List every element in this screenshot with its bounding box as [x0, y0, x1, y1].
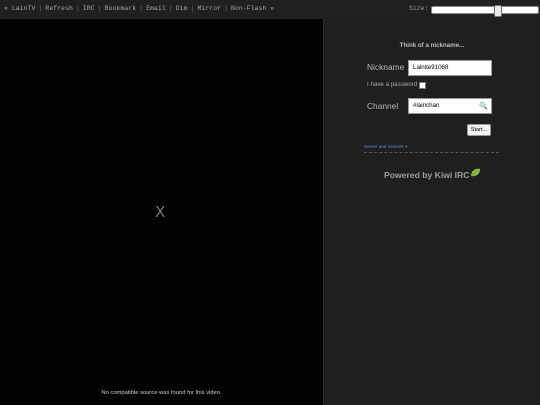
nav-bookmark-link[interactable]: Bookmark: [105, 5, 136, 12]
video-error-message: No compatible source was found for this …: [101, 390, 222, 396]
channel-label: Channel: [367, 101, 399, 111]
password-checkbox[interactable]: [419, 82, 426, 89]
channel-input[interactable]: #lainchan 🔍: [408, 98, 492, 114]
start-button[interactable]: Start...: [467, 124, 491, 136]
nav-separator: |: [38, 5, 43, 12]
nickname-label: Nickname: [367, 62, 405, 72]
nickname-prompt-heading: Think of a nickname...: [399, 42, 465, 49]
nav-separator: |: [75, 5, 80, 12]
nav-email-link[interactable]: Email: [146, 5, 166, 12]
powered-by-kiwi-text: Powered by Kiwi IRC: [384, 170, 470, 180]
nickname-input[interactable]: Lainite91068: [408, 60, 492, 76]
key-icon: 🔍: [479, 103, 488, 110]
nav-mirror-link[interactable]: Mirror: [197, 5, 221, 12]
nav-dim-link[interactable]: Dim: [176, 5, 188, 12]
size-slider-thumb[interactable]: [493, 5, 502, 17]
nav-nonflash-link[interactable]: Non-Flash »: [231, 5, 274, 12]
video-error-close-icon[interactable]: X: [155, 203, 165, 221]
size-label: Size:: [409, 5, 429, 12]
nav-separator: |: [139, 5, 144, 12]
channel-value: #lainchan: [413, 102, 440, 109]
nav-laintv-link[interactable]: « LainTV: [4, 5, 35, 12]
nav-irc-link[interactable]: IRC: [83, 5, 95, 12]
nav-separator: |: [97, 5, 102, 12]
size-slider[interactable]: [431, 5, 539, 17]
size-control: Size:: [405, 3, 540, 17]
nav-separator: |: [224, 5, 229, 12]
top-nav-bar: « LainTV | Refresh | IRC | Bookmark | Email | Dim |…: [0, 0, 540, 20]
nickname-value: Lainite91068: [413, 64, 449, 71]
nav-separator: |: [190, 5, 195, 12]
nav-separator: |: [168, 5, 173, 12]
nav-links: « LainTV | Refresh | IRC | Bookmark | Email | Dim |…: [4, 5, 274, 12]
kiwi-leaf-icon: [470, 168, 480, 177]
server-network-link[interactable]: Server and network ▾: [364, 144, 407, 150]
video-player[interactable]: X No compatible source was found for thi…: [0, 19, 323, 405]
password-label: I have a password: [367, 81, 418, 88]
kiwi-irc-panel: Think of a nickname... Nickname Lainite9…: [324, 19, 540, 405]
nav-refresh-link[interactable]: Refresh: [45, 5, 73, 12]
dashed-divider: [364, 152, 499, 153]
